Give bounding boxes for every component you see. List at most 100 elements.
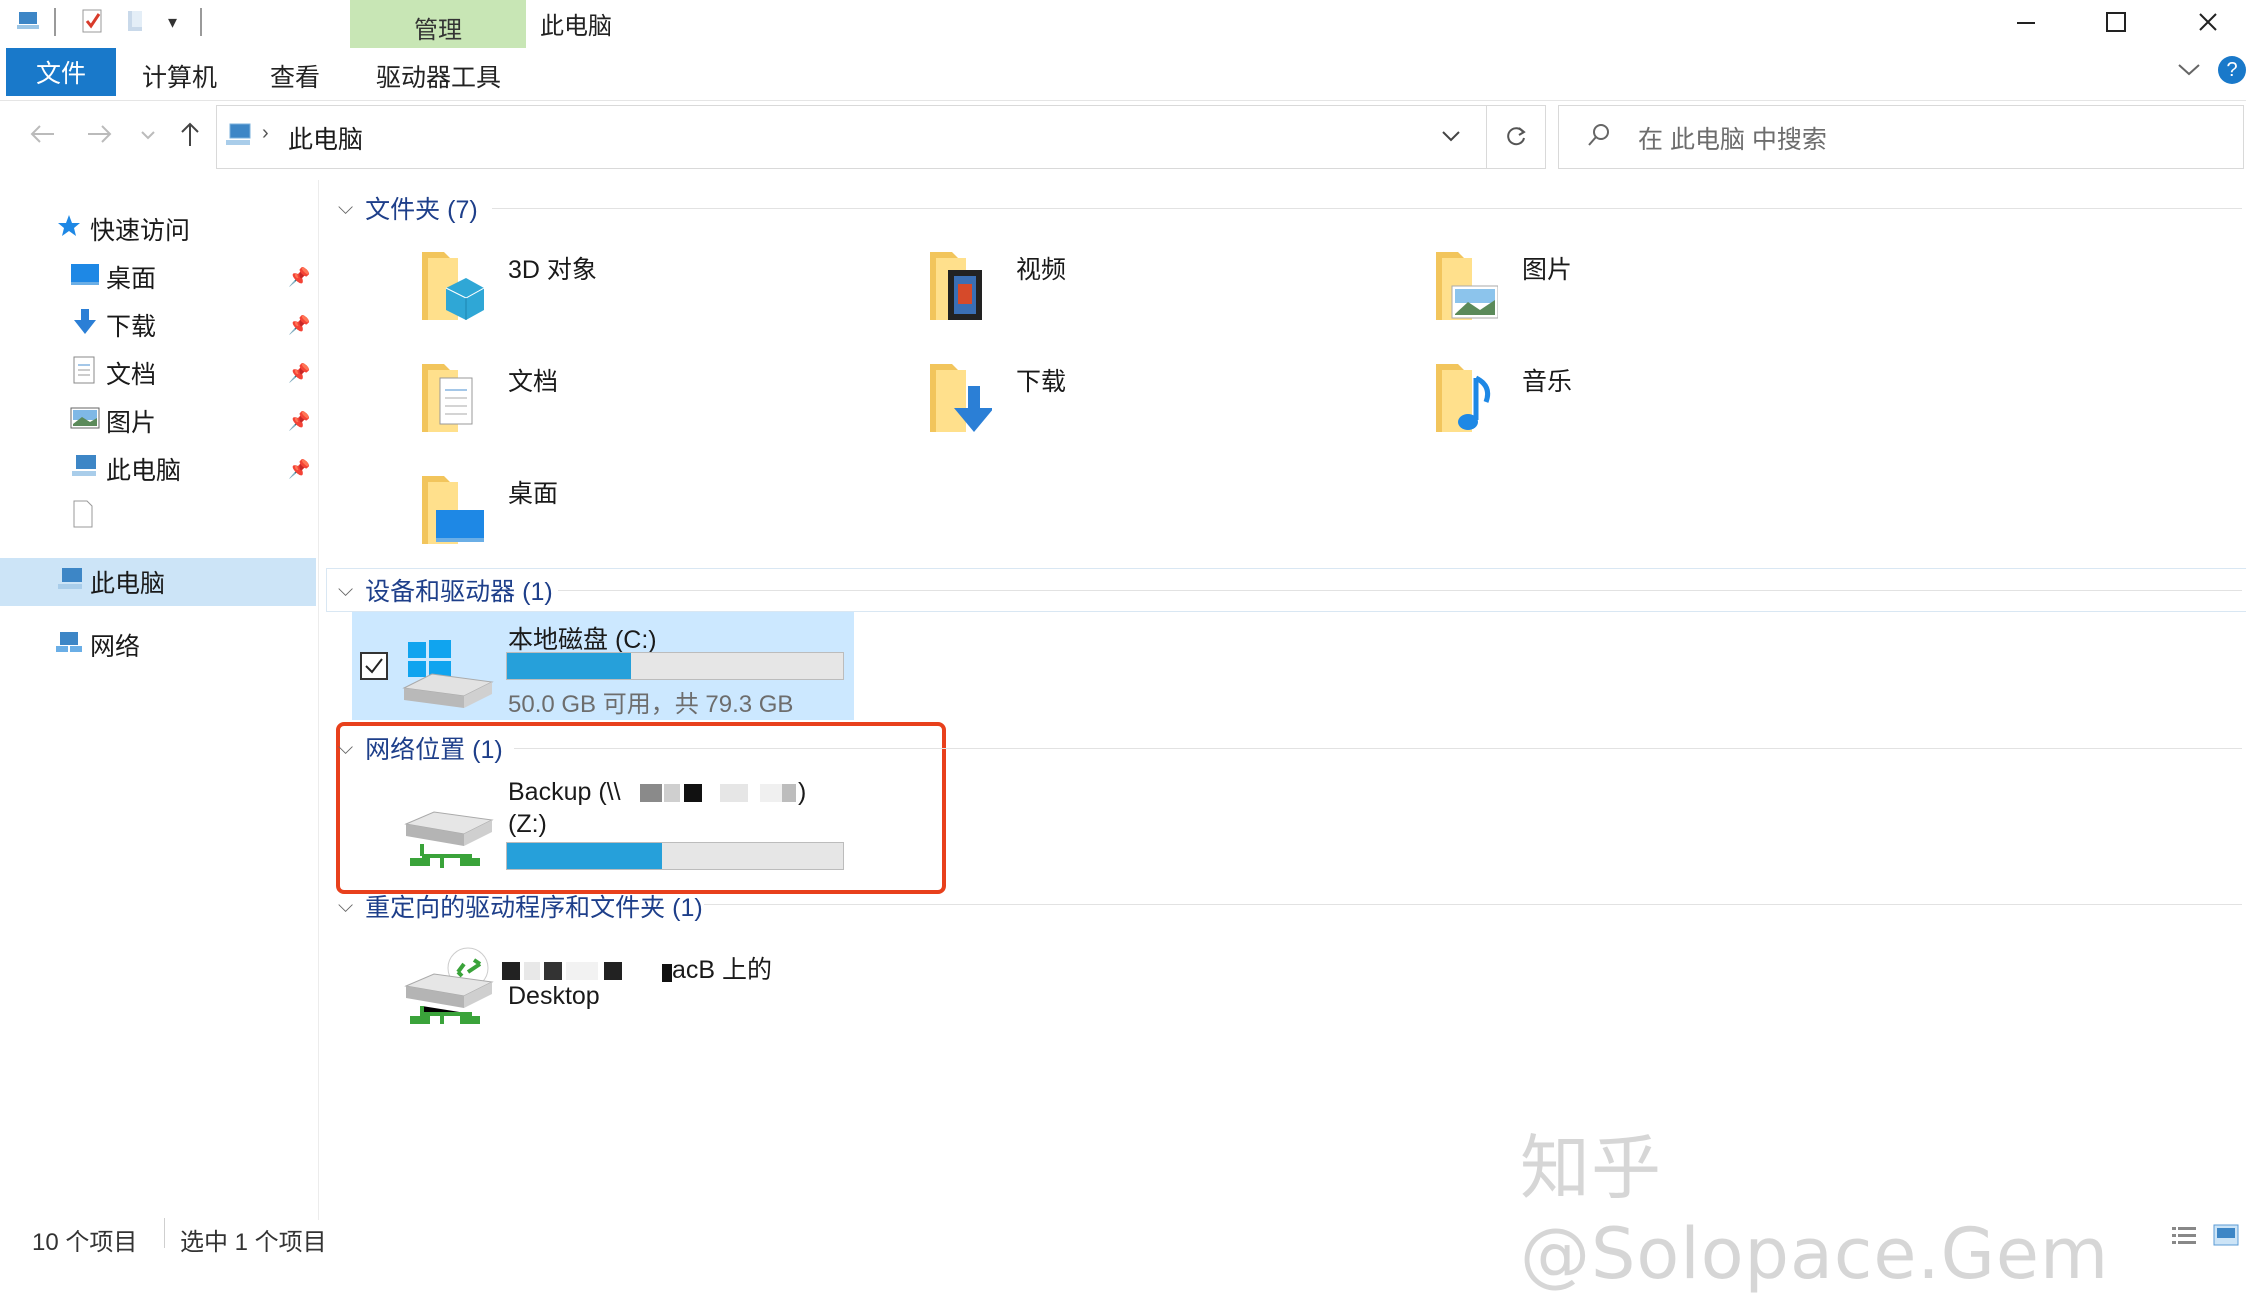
blank-file-icon xyxy=(72,500,94,535)
tab-view[interactable]: 查看 xyxy=(270,58,320,94)
group-divider xyxy=(492,208,2242,209)
redacted-text xyxy=(720,784,748,802)
redacted-text xyxy=(502,962,520,980)
expand-ribbon-icon[interactable] xyxy=(2176,60,2202,85)
folder-item-desktop[interactable]: 桌面 xyxy=(418,468,878,564)
sidebar-item-documents[interactable]: 文档 📌 xyxy=(0,350,318,396)
sidebar-item-label: 桌面 xyxy=(106,265,157,293)
redacted-text xyxy=(604,962,622,980)
pin-icon[interactable]: 📌 xyxy=(288,411,310,432)
pin-icon[interactable]: 📌 xyxy=(288,267,310,288)
redacted-text xyxy=(662,964,672,982)
drive-free-space: 50.0 GB 可用，共 79.3 GB xyxy=(508,691,794,718)
checkmark-icon xyxy=(365,658,383,674)
sidebar-item-label: 下载 xyxy=(106,313,157,341)
breadcrumb-separator-icon: › xyxy=(262,122,269,144)
redacted-text xyxy=(684,784,702,802)
drive-usage-bar xyxy=(506,652,844,680)
redirected-label-line2: Desktop xyxy=(508,982,600,1010)
drive-name: Backup (\\ xyxy=(508,778,621,807)
address-dropdown-icon[interactable] xyxy=(1440,128,1462,149)
details-view-icon[interactable] xyxy=(2170,1224,2198,1253)
minimize-button[interactable] xyxy=(1980,0,2072,44)
sidebar-item-blank[interactable] xyxy=(0,494,318,540)
breadcrumb[interactable]: 此电脑 xyxy=(288,120,363,156)
folder-label: 下载 xyxy=(1016,368,1067,396)
group-header-network-locations[interactable]: ⌵ 网络位置 (1) xyxy=(338,730,503,766)
network-drive-icon xyxy=(402,804,494,877)
close-button[interactable] xyxy=(2162,0,2246,44)
desktop-icon xyxy=(70,262,100,293)
group-header-folders[interactable]: ⌵ 文件夹 (7) xyxy=(338,190,478,226)
address-bar[interactable] xyxy=(216,105,1546,169)
computer-icon xyxy=(56,566,86,599)
chevron-down-icon: ⌵ xyxy=(338,578,354,601)
search-icon xyxy=(1586,122,1612,153)
forward-button[interactable] xyxy=(86,122,114,151)
properties-icon[interactable] xyxy=(80,8,106,34)
chevron-down-icon: ⌵ xyxy=(338,196,354,219)
3d-objects-folder-icon xyxy=(422,252,484,320)
folder-label: 音乐 xyxy=(1522,368,1573,396)
group-header-devices[interactable]: ⌵ 设备和驱动器 (1) xyxy=(338,572,553,608)
network-icon xyxy=(54,629,84,662)
new-folder-icon[interactable] xyxy=(124,8,150,34)
tab-file[interactable]: 文件 xyxy=(6,48,116,96)
computer-icon[interactable] xyxy=(16,8,42,34)
redacted-text xyxy=(782,784,796,802)
sidebar-item-network[interactable]: 网络 xyxy=(0,622,318,668)
tab-drive-tools[interactable]: 驱动器工具 xyxy=(376,58,501,94)
sidebar-item-label: 此电脑 xyxy=(106,457,182,485)
status-bar xyxy=(0,1212,2246,1258)
sidebar-item-quick-access[interactable]: 快速访问 xyxy=(0,206,318,252)
redacted-text xyxy=(640,784,662,802)
pin-icon[interactable]: 📌 xyxy=(288,363,310,384)
up-button[interactable] xyxy=(178,120,202,153)
group-divider xyxy=(558,590,2242,591)
folder-label: 视频 xyxy=(1016,256,1067,284)
maximize-button[interactable] xyxy=(2070,0,2162,44)
desktop-folder-icon xyxy=(422,476,484,544)
redacted-text xyxy=(566,962,598,980)
group-divider xyxy=(704,904,2242,905)
sidebar-item-desktop[interactable]: 桌面 📌 xyxy=(0,254,318,300)
sidebar-item-this-pc-pinned[interactable]: 此电脑 📌 xyxy=(0,446,318,492)
pin-icon[interactable]: 📌 xyxy=(288,459,310,480)
large-icons-view-icon[interactable] xyxy=(2212,1222,2240,1253)
folder-item-pictures[interactable]: 图片 xyxy=(1432,244,1892,340)
folder-item-downloads[interactable]: 下载 xyxy=(926,356,1386,452)
pictures-folder-icon xyxy=(1436,252,1498,320)
document-icon xyxy=(72,356,96,391)
chevron-down-icon: ⌵ xyxy=(338,736,354,759)
help-button[interactable]: ? xyxy=(2218,56,2246,84)
group-title: 设备和驱动器 (1) xyxy=(365,578,553,606)
sidebar-item-downloads[interactable]: 下载 📌 xyxy=(0,302,318,348)
window-title: 此电脑 xyxy=(540,13,612,40)
manage-tab[interactable]: 管理 xyxy=(350,10,526,45)
folder-label: 3D 对象 xyxy=(508,256,597,284)
folder-item-music[interactable]: 音乐 xyxy=(1432,356,1892,452)
item-count: 10 个项目 xyxy=(32,1229,138,1256)
redacted-text xyxy=(524,962,540,980)
customize-toolbar-icon[interactable]: ▾ xyxy=(168,12,177,33)
tab-computer[interactable]: 计算机 xyxy=(142,58,217,94)
drive-usage-fill xyxy=(507,843,662,869)
group-header-redirected[interactable]: ⌵ 重定向的驱动程序和文件夹 (1) xyxy=(338,888,703,924)
sidebar-item-this-pc[interactable]: 此电脑 xyxy=(0,558,316,606)
computer-icon xyxy=(70,453,100,486)
folder-label: 文档 xyxy=(508,368,559,396)
recent-locations-icon[interactable] xyxy=(140,128,156,146)
back-button[interactable] xyxy=(28,122,56,151)
sidebar-item-label: 图片 xyxy=(106,409,157,437)
folder-item-documents[interactable]: 文档 xyxy=(418,356,878,452)
downloads-folder-icon xyxy=(930,364,992,432)
videos-folder-icon xyxy=(930,252,982,320)
item-checkbox[interactable] xyxy=(360,652,388,680)
pin-icon[interactable]: 📌 xyxy=(288,315,310,336)
sidebar-item-pictures[interactable]: 图片 📌 xyxy=(0,398,318,444)
search-placeholder: 在 此电脑 中搜索 xyxy=(1638,126,1827,154)
sidebar-item-label: 网络 xyxy=(90,633,141,661)
folder-item-videos[interactable]: 视频 xyxy=(926,244,1386,340)
refresh-button[interactable] xyxy=(1486,105,1546,169)
folder-item-3d-objects[interactable]: 3D 对象 xyxy=(418,244,878,340)
